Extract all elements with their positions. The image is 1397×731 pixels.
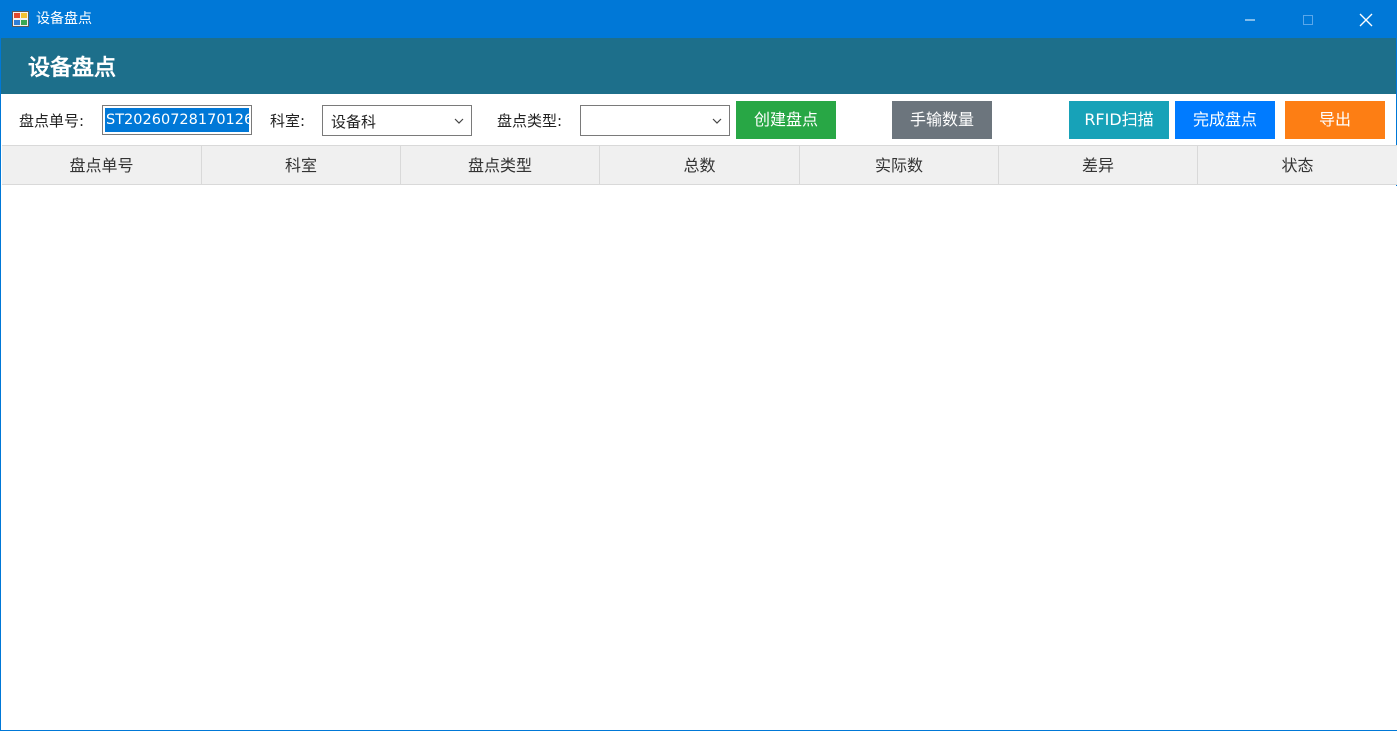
column-header-total[interactable]: 总数 xyxy=(600,146,800,185)
order-number-value: ST20260728170126 xyxy=(105,108,249,132)
title-bar[interactable]: 设备盘点 xyxy=(1,1,1396,38)
column-header-inventory-type[interactable]: 盘点类型 xyxy=(401,146,600,185)
page-title: 设备盘点 xyxy=(28,56,117,81)
column-header-department[interactable]: 科室 xyxy=(202,146,401,185)
column-header-difference[interactable]: 差异 xyxy=(999,146,1198,185)
header-banner: 设备盘点 xyxy=(1,38,1396,94)
chevron-down-icon xyxy=(712,118,722,124)
maximize-button[interactable] xyxy=(1279,1,1337,38)
department-select[interactable]: 设备科 xyxy=(322,105,472,136)
rfid-scan-button[interactable]: RFID扫描 xyxy=(1069,101,1169,139)
create-inventory-button[interactable]: 创建盘点 xyxy=(736,101,836,139)
column-header-status[interactable]: 状态 xyxy=(1198,146,1397,185)
table-body[interactable] xyxy=(2,186,1397,730)
inventory-type-label: 盘点类型: xyxy=(497,112,563,130)
department-label: 科室: xyxy=(270,112,306,130)
app-window-icon xyxy=(12,11,29,27)
table-header: 盘点单号 科室 盘点类型 总数 实际数 差异 状态 xyxy=(2,145,1397,185)
department-select-value: 设备科 xyxy=(331,113,377,131)
window-title: 设备盘点 xyxy=(36,11,92,27)
close-icon xyxy=(1359,13,1373,26)
maximize-icon xyxy=(1303,14,1313,25)
order-number-label: 盘点单号: xyxy=(19,112,85,130)
main-window: 设备盘点 设备盘点 盘点单号: ST20260728170126 科室: 设备科 xyxy=(0,0,1397,731)
column-header-order-number[interactable]: 盘点单号 xyxy=(2,146,202,185)
chevron-down-icon xyxy=(454,118,464,124)
finish-inventory-button[interactable]: 完成盘点 xyxy=(1175,101,1275,139)
minimize-button[interactable] xyxy=(1221,1,1279,38)
inventory-type-select[interactable] xyxy=(580,105,730,136)
close-button[interactable] xyxy=(1337,1,1395,38)
column-header-actual[interactable]: 实际数 xyxy=(800,146,999,185)
export-button[interactable]: 导出 xyxy=(1285,101,1385,139)
order-number-input[interactable]: ST20260728170126 xyxy=(102,105,252,135)
manual-quantity-button[interactable]: 手输数量 xyxy=(892,101,992,139)
minimize-icon xyxy=(1245,19,1255,20)
